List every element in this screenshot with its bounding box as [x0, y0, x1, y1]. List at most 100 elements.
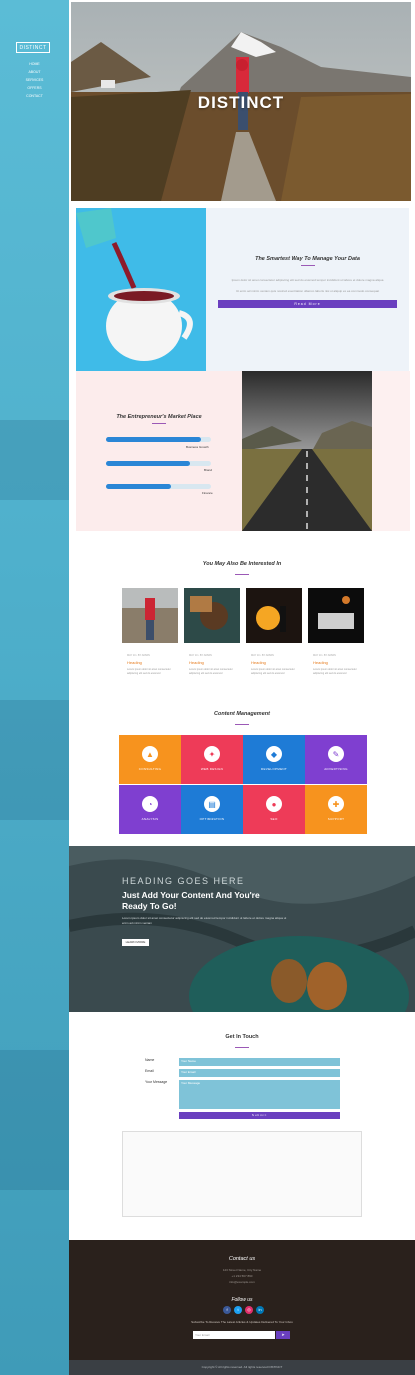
service-tile-label: SUPPORT — [327, 817, 345, 821]
road-image — [242, 371, 372, 531]
service-tile-label: SEO — [270, 817, 278, 821]
card-image-sunset — [246, 588, 302, 643]
email-label: Email — [145, 1069, 154, 1073]
service-tile[interactable]: ◆ DEVELOPMENT — [243, 735, 305, 784]
service-tile-label: WEB DESIGN — [200, 767, 224, 771]
footer-contact-title: Contact us — [228, 1256, 256, 1262]
newsletter-email-input[interactable]: Your Email — [193, 1331, 275, 1339]
follow-title: Follow us — [231, 1297, 253, 1303]
instagram-icon[interactable]: ◎ — [245, 1306, 253, 1314]
nav-item-about[interactable]: ABOUT — [0, 68, 69, 76]
service-tile[interactable]: ▤ OPTIMIZATION — [181, 785, 243, 834]
smart-way-section: The Smartest Way To Manage Your Data Ips… — [206, 208, 409, 371]
nav-item-offers[interactable]: OFFERS — [0, 84, 69, 92]
card-heading[interactable]: Heading — [189, 660, 240, 665]
logo[interactable]: DISTINCT — [16, 42, 50, 53]
banner-eyebrow: HEADING GOES HERE — [122, 876, 245, 886]
card-meta: MAY 10 • BY ADMIN — [127, 654, 150, 657]
title-underline — [152, 423, 166, 424]
progress-bar-2 — [106, 461, 211, 466]
message-label: Your Message — [145, 1080, 168, 1084]
service-tiles-grid: ▲ CONSULTING ✦ WEB DESIGN ◆ DEVELOPMENT ✎ ADVER… — [119, 735, 367, 835]
main-content: DISTINCT The Smartest Way To Manage Your… — [69, 0, 415, 1375]
copyright-bar: Copyright © All rights reserved. All rig… — [69, 1360, 415, 1375]
service-tile-label: CONSULTING — [138, 767, 162, 771]
post-card[interactable]: MAY 10 • BY ADMIN Heading Lorem ipsum do… — [308, 588, 364, 683]
card-heading[interactable]: Heading — [251, 660, 302, 665]
email-field[interactable]: Your Email — [179, 1069, 340, 1077]
title-underline — [235, 724, 249, 725]
pie-icon: ◔ — [142, 796, 158, 812]
hero-banner: DISTINCT — [71, 2, 411, 201]
smart-way-title: The Smartest Way To Manage Your Data — [255, 256, 360, 262]
market-side-panel — [372, 371, 410, 531]
doc-icon: ▤ — [204, 796, 220, 812]
card-desc: Lorem ipsum dolor sit amet consectetur a… — [189, 668, 233, 675]
smart-way-text-1: Ipsum dolor sit amet consectetur adipisc… — [231, 278, 384, 282]
send-icon[interactable]: ➤ — [276, 1331, 290, 1339]
service-tile[interactable]: ● SEO — [243, 785, 305, 834]
twitter-icon[interactable]: t — [234, 1306, 242, 1314]
chart-icon: ▲ — [142, 746, 158, 762]
nav-item-services[interactable]: SERVICES — [0, 76, 69, 84]
title-underline — [235, 1047, 249, 1048]
pen-icon: ✎ — [328, 746, 344, 762]
interest-title: You May Also Be Interested In — [202, 561, 282, 567]
footer-address: 123 Street Name, City Name — [222, 1268, 262, 1272]
service-tile-label: OPTIMIZATION — [199, 817, 225, 821]
market-title: The Entrepreneur's Market Place — [116, 414, 202, 420]
footer-phone: +1 234 567 890 — [231, 1274, 253, 1278]
nav-item-home[interactable]: HOME — [0, 60, 69, 68]
service-tile[interactable]: ▲ CONSULTING — [119, 735, 181, 784]
card-heading[interactable]: Heading — [127, 660, 178, 665]
service-tile[interactable]: ✦ WEB DESIGN — [181, 735, 243, 784]
code-icon: ◆ — [266, 746, 282, 762]
card-meta: MAY 10 • BY ADMIN — [251, 654, 274, 657]
card-heading[interactable]: Heading — [313, 660, 364, 665]
support-icon: ✚ — [328, 796, 344, 812]
post-card[interactable]: MAY 10 • BY ADMIN Heading Lorem ipsum do… — [246, 588, 302, 683]
linkedin-icon[interactable]: in — [256, 1306, 264, 1314]
service-tile[interactable]: ✎ ADVERTISING — [305, 735, 367, 784]
progress-label-2: Brand — [204, 468, 213, 472]
progress-label-1: Business Growth — [186, 445, 209, 449]
smart-way-text-2: Ut enim ad minim veniam quis nostrud exe… — [235, 289, 380, 293]
title-underline — [235, 574, 249, 575]
card-image-coffee — [184, 588, 240, 643]
nav-item-contact[interactable]: CONTACT — [0, 92, 69, 100]
copyright-text: Copyright © All rights reserved. All rig… — [201, 1365, 283, 1369]
sidebar: DISTINCT HOME ABOUT SERVICES OFFERS CONT… — [0, 0, 69, 1375]
card-desc: Lorem ipsum dolor sit amet consectetur a… — [313, 668, 357, 675]
learn-more-button[interactable]: LEARN MORE — [122, 939, 149, 946]
content-banner: HEADING GOES HERE Just Add Your Content … — [69, 846, 415, 1012]
post-card[interactable]: MAY 10 • BY ADMIN Heading Lorem ipsum do… — [122, 588, 178, 683]
teapot-image — [76, 208, 206, 371]
submit-button[interactable]: Submit — [179, 1112, 340, 1119]
footer-email: info@example.com — [229, 1280, 255, 1284]
facebook-icon[interactable]: f — [223, 1306, 231, 1314]
title-underline — [300, 265, 315, 266]
card-image-laptop — [308, 588, 364, 643]
post-card[interactable]: MAY 10 • BY ADMIN Heading Lorem ipsum do… — [184, 588, 240, 683]
service-tile-label: ANALYSIS — [141, 817, 159, 821]
card-meta: MAY 10 • BY ADMIN — [313, 654, 336, 657]
contact-title: Get In Touch — [225, 1034, 259, 1040]
sidebar-nav: HOME ABOUT SERVICES OFFERS CONTACT — [0, 60, 69, 100]
card-meta: MAY 10 • BY ADMIN — [189, 654, 212, 657]
service-tile[interactable]: ✚ SUPPORT — [305, 785, 367, 834]
service-tile[interactable]: ◔ ANALYSIS — [119, 785, 181, 834]
newsletter-text: Subscribe To Receive The Latest Articles… — [191, 1320, 293, 1324]
content-mgmt-title: Content Management — [214, 711, 270, 717]
service-tile-label: DEVELOPMENT — [261, 767, 287, 771]
banner-background-image — [69, 846, 415, 1012]
map-embed[interactable] — [122, 1131, 362, 1217]
banner-desc: Lorem ipsum dolor sit amet consectetur a… — [122, 916, 287, 925]
name-label: Name — [145, 1058, 155, 1062]
read-more-button[interactable]: Read More — [218, 300, 397, 308]
progress-bar-1 — [106, 437, 211, 442]
name-field[interactable]: Your Name — [179, 1058, 340, 1066]
service-tile-label: ADVERTISING — [324, 767, 348, 771]
progress-label-3: Finance — [202, 491, 213, 495]
message-field[interactable]: Your Message — [179, 1080, 340, 1109]
card-desc: Lorem ipsum dolor sit amet consectetur a… — [127, 668, 171, 675]
